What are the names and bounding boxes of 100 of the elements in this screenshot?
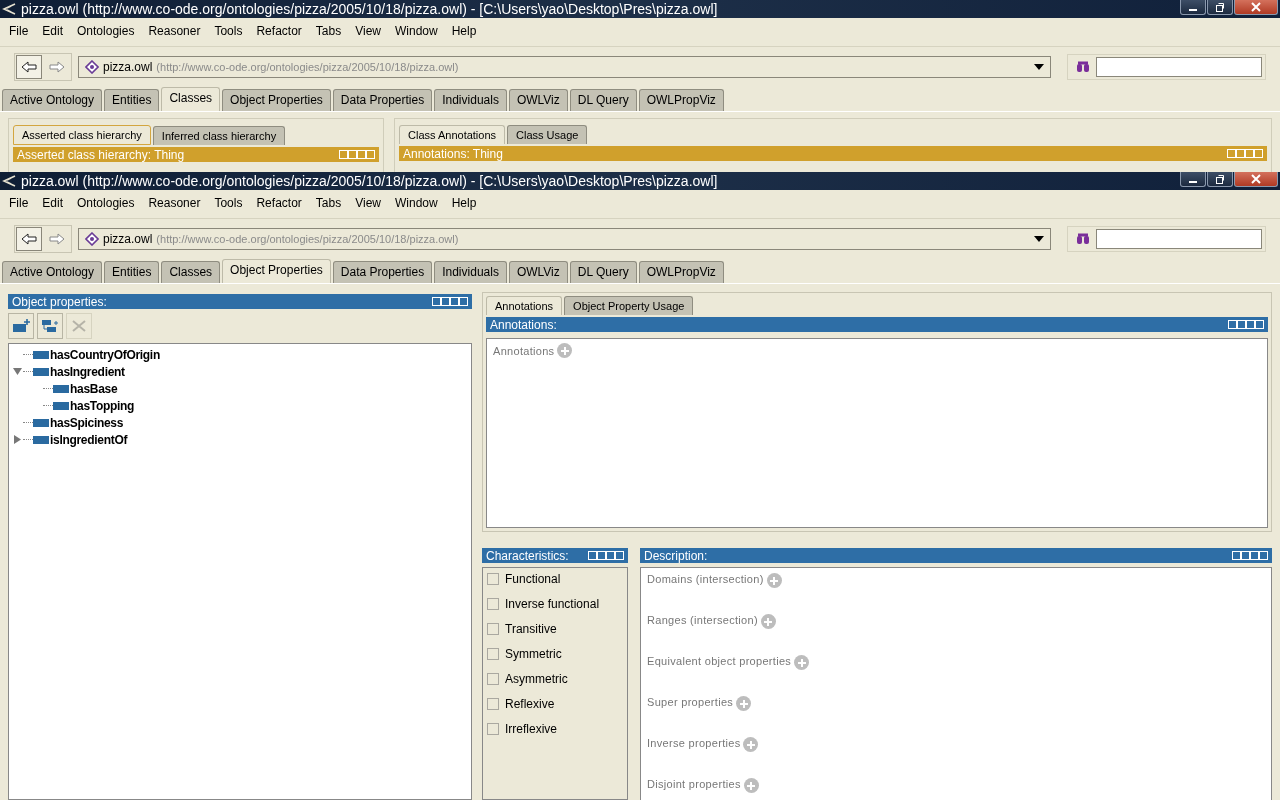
ontology-selector[interactable]: pizza.owl (http://www.co-ode.org/ontologies/pizza/2005/10/18/pizza.owl) — [78, 56, 1051, 78]
add-button[interactable] — [743, 737, 759, 752]
tab[interactable]: OWLViz — [508, 261, 568, 283]
tab[interactable]: Individuals — [434, 89, 507, 111]
tab[interactable]: OWLPropViz — [638, 261, 724, 283]
property-name[interactable]: hasSpiciness — [50, 415, 124, 430]
property-name[interactable]: hasTopping — [70, 398, 135, 413]
menu-item[interactable]: File — [2, 196, 36, 212]
restore-button[interactable] — [1207, 0, 1233, 15]
checkbox[interactable] — [487, 673, 499, 685]
checkbox[interactable] — [487, 598, 499, 610]
tab[interactable]: Active Ontology — [2, 261, 103, 283]
property-name[interactable]: hasCountryOfOrigin — [50, 347, 160, 362]
menu-item[interactable]: Refactor — [249, 24, 309, 40]
menu-item[interactable]: Tabs — [308, 196, 349, 212]
expanded-arrow-icon[interactable] — [13, 367, 22, 376]
view-controls-icon — [339, 150, 375, 159]
tab[interactable]: Individuals — [434, 261, 507, 283]
checkbox[interactable] — [487, 723, 499, 735]
restore-button[interactable] — [1207, 172, 1233, 187]
view-title: Description: — [644, 548, 708, 563]
menu-item[interactable]: Reasoner — [141, 196, 208, 212]
tab[interactable]: Object Properties — [222, 259, 331, 283]
sub-tab[interactable]: Annotations — [486, 296, 563, 315]
minimize-button[interactable] — [1180, 172, 1206, 187]
view-controls-icon — [1232, 551, 1268, 560]
section-label: Inverse properties — [647, 737, 741, 749]
plus-icon — [559, 345, 570, 356]
minimize-button[interactable] — [1180, 0, 1206, 15]
menu-item[interactable]: Reasoner — [141, 24, 208, 40]
add-button[interactable] — [766, 573, 782, 588]
plus-icon — [769, 575, 780, 586]
tab[interactable]: Entities — [104, 261, 160, 283]
view-title: Characteristics: — [486, 548, 569, 563]
add-button[interactable] — [557, 343, 573, 358]
tab[interactable]: DL Query — [569, 261, 637, 283]
menu-item[interactable]: Ontologies — [70, 24, 142, 40]
property-name[interactable]: hasIngredient — [50, 364, 125, 379]
view-controls-icon — [1228, 320, 1264, 329]
checkbox-label: Reflexive — [505, 697, 555, 711]
checkbox[interactable] — [487, 623, 499, 635]
add-button[interactable] — [743, 778, 759, 793]
menu-item[interactable]: Help — [444, 196, 484, 212]
add-button[interactable] — [736, 696, 752, 711]
checkbox-label: Functional — [505, 572, 561, 586]
menu-item[interactable]: Edit — [35, 24, 71, 40]
menu-item[interactable]: File — [2, 24, 36, 40]
tab[interactable]: DL Query — [569, 89, 637, 111]
menu-item[interactable]: Help — [444, 24, 484, 40]
menu-item[interactable]: View — [348, 24, 388, 40]
caret-icon — [1034, 236, 1044, 242]
menu-item[interactable]: Window — [387, 24, 445, 40]
menu-item[interactable]: View — [348, 196, 388, 212]
section-label: Disjoint properties — [647, 778, 741, 790]
menu-item[interactable]: Refactor — [249, 196, 309, 212]
ontology-selector[interactable]: pizza.owl (http://www.co-ode.org/ontologies/pizza/2005/10/18/pizza.owl) — [78, 228, 1051, 250]
tab[interactable]: Classes — [161, 261, 221, 283]
sub-tab[interactable]: Class Usage — [507, 125, 588, 144]
close-button[interactable] — [1234, 172, 1278, 187]
search-field[interactable] — [1096, 229, 1262, 249]
sub-tab[interactable]: Class Annotations — [399, 125, 506, 144]
checkbox[interactable] — [487, 698, 499, 710]
menu-item[interactable]: Edit — [35, 196, 71, 212]
menu-item[interactable]: Tools — [207, 24, 250, 40]
restore-icon — [1215, 2, 1225, 12]
view-controls-icon — [588, 551, 624, 560]
tab[interactable]: Entities — [104, 89, 160, 111]
menu-item[interactable]: Tools — [207, 196, 250, 212]
checkbox[interactable] — [487, 573, 499, 585]
window-title: pizza.owl (http://www.co-ode.org/ontologies/pizza/2005/10/18/pizza.owl) - [C:\Users\yao\Desktop\Pres\pizza.owl] — [21, 1, 718, 17]
property-name[interactable]: hasBase — [70, 381, 118, 396]
menu-item[interactable]: Window — [387, 196, 445, 212]
tab[interactable]: Object Properties — [222, 89, 331, 111]
add-button[interactable] — [794, 655, 810, 670]
add-button[interactable] — [760, 614, 776, 629]
checkbox-label: Symmetric — [505, 647, 562, 661]
sub-tab[interactable]: Object Property Usage — [564, 296, 694, 315]
sub-tab[interactable]: Inferred class hierarchy — [152, 126, 286, 145]
tab[interactable]: OWLViz — [508, 89, 568, 111]
checkbox-label: Inverse functional — [505, 597, 600, 611]
property-name[interactable]: isIngredientOf — [50, 432, 128, 447]
tab[interactable]: Data Properties — [332, 89, 433, 111]
add-property-button[interactable] — [8, 313, 34, 339]
menu-item[interactable]: Tabs — [308, 24, 349, 40]
checkbox[interactable] — [487, 648, 499, 660]
tab[interactable]: Data Properties — [332, 261, 433, 283]
tab[interactable]: OWLPropViz — [638, 89, 724, 111]
close-button[interactable] — [1234, 0, 1278, 15]
back-button[interactable] — [16, 55, 42, 79]
add-subproperty-button[interactable] — [37, 313, 63, 339]
sub-tab[interactable]: Asserted class hierarchy — [13, 125, 151, 145]
menu-item[interactable]: Ontologies — [70, 196, 142, 212]
tab[interactable]: Active Ontology — [2, 89, 103, 111]
back-button[interactable] — [16, 227, 42, 251]
tab[interactable]: Classes — [161, 87, 221, 111]
minimize-icon — [1189, 181, 1197, 183]
collapsed-arrow-icon[interactable] — [13, 435, 22, 444]
section-label: Annotations — [493, 344, 555, 357]
section-label: Domains (intersection) — [647, 573, 764, 585]
search-field[interactable] — [1096, 57, 1262, 77]
